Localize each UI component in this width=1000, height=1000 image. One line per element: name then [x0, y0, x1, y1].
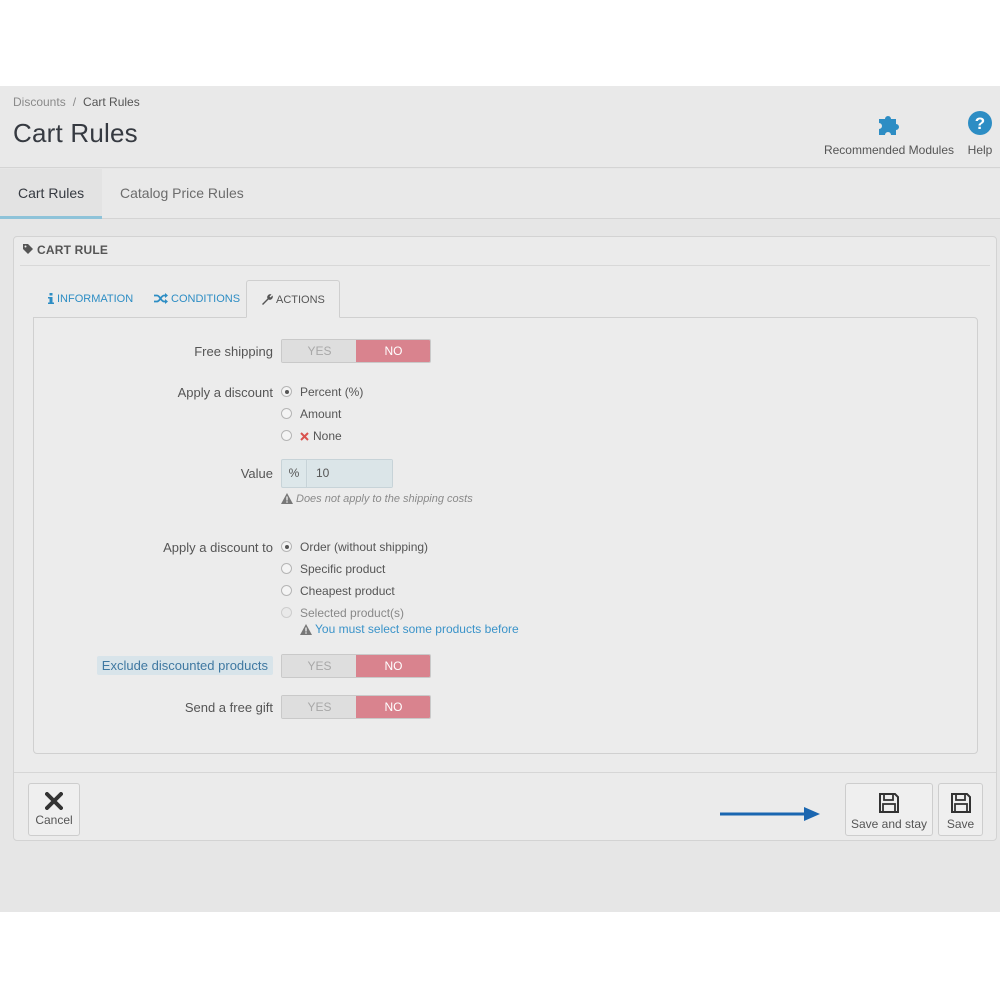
recommended-modules-label: Recommended Modules	[823, 143, 955, 157]
radio-order-label: Order (without shipping)	[300, 540, 429, 554]
radio-selected-products[interactable]: Selected product(s)	[281, 606, 404, 620]
shuffle-icon	[154, 293, 168, 304]
radio-dot[interactable]	[281, 541, 292, 552]
wrench-icon	[262, 294, 273, 305]
select-products-help: You must select some products before	[300, 622, 519, 636]
value-input-group: % 10	[281, 459, 393, 488]
help-label: Help	[967, 143, 993, 157]
exclude-discounted-no[interactable]: NO	[356, 655, 430, 677]
free-shipping-no[interactable]: NO	[356, 340, 430, 362]
panel-heading: CART RULE	[22, 243, 108, 257]
radio-specific-product[interactable]: Specific product	[281, 562, 385, 576]
cancel-label: Cancel	[35, 813, 73, 827]
value-label: Value	[240, 466, 273, 481]
cart-rule-panel: CART RULE INFORMATION CONDITIONS ACTIONS…	[13, 236, 997, 841]
free-gift-switch[interactable]: YES NO	[281, 695, 431, 719]
breadcrumb-separator: /	[72, 95, 77, 109]
tab-information[interactable]: INFORMATION	[34, 280, 147, 318]
radio-dot[interactable]	[281, 408, 292, 419]
recommended-modules-button[interactable]: Recommended Modules	[822, 110, 956, 157]
tab-information-label: INFORMATION	[57, 293, 134, 305]
info-icon	[48, 293, 54, 304]
close-icon	[45, 792, 63, 810]
radio-specific-product-label: Specific product	[300, 562, 386, 576]
tab-conditions-label: CONDITIONS	[171, 293, 241, 305]
actions-tab-content: Free shipping YES NO Apply a discount Pe…	[33, 317, 978, 754]
top-tabs: Cart Rules Catalog Price Rules	[0, 169, 1000, 219]
free-gift-yes[interactable]: YES	[282, 696, 357, 718]
tab-actions-label: ACTIONS	[276, 294, 325, 306]
puzzle-icon	[822, 110, 956, 138]
save-and-stay-button[interactable]: Save and stay	[845, 783, 933, 836]
radio-selected-products-label: Selected product(s)	[300, 606, 405, 620]
radio-percent[interactable]: Percent (%)	[281, 385, 363, 399]
exclude-discounted-row-label: Exclude discounted products	[34, 656, 273, 675]
breadcrumb: Discounts / Cart Rules	[13, 95, 140, 109]
value-help: Does not apply to the shipping costs	[281, 493, 473, 505]
radio-dot[interactable]	[281, 430, 292, 441]
select-products-help-text: You must select some products before	[315, 622, 519, 636]
breadcrumb-current: Cart Rules	[83, 95, 140, 109]
apply-discount-to-label: Apply a discount to	[163, 540, 273, 555]
close-icon	[300, 432, 309, 441]
screenshot-frame: Discounts / Cart Rules Cart Rules Recommen…	[0, 86, 1000, 912]
help-button[interactable]: ? Help	[963, 110, 997, 157]
apply-discount-label: Apply a discount	[177, 385, 273, 400]
panel-heading-label: CART RULE	[37, 243, 109, 257]
value-input[interactable]: 10	[308, 460, 392, 487]
radio-cheapest-product[interactable]: Cheapest product	[281, 584, 395, 598]
radio-dot[interactable]	[281, 563, 292, 574]
tab-cart-rules[interactable]: Cart Rules	[0, 169, 103, 219]
save-icon	[950, 793, 971, 813]
tab-conditions[interactable]: CONDITIONS	[140, 280, 254, 318]
warning-icon	[281, 493, 293, 504]
tab-actions[interactable]: ACTIONS	[246, 280, 340, 318]
radio-dot[interactable]	[281, 585, 292, 596]
radio-percent-label: Percent (%)	[300, 385, 364, 399]
radio-dot[interactable]	[281, 386, 292, 397]
panel-divider	[20, 265, 990, 266]
save-icon	[879, 793, 899, 813]
svg-text:?: ?	[975, 114, 985, 133]
radio-none[interactable]: None	[281, 429, 342, 443]
panel-footer: Cancel Save and stay Save	[14, 772, 996, 840]
free-gift-no[interactable]: NO	[356, 696, 430, 718]
save-label: Save	[946, 817, 975, 831]
arrow-icon	[720, 807, 820, 821]
percent-addon: %	[282, 460, 307, 487]
radio-cheapest-product-label: Cheapest product	[300, 584, 395, 598]
free-gift-label: Send a free gift	[184, 700, 273, 715]
radio-amount[interactable]: Amount	[281, 407, 341, 421]
save-and-stay-label: Save and stay	[850, 817, 928, 831]
value-help-text: Does not apply to the shipping costs	[296, 493, 473, 505]
save-button[interactable]: Save	[938, 783, 983, 836]
page-title: Cart Rules	[13, 118, 138, 148]
tab-catalog-price-rules[interactable]: Catalog Price Rules	[102, 169, 262, 219]
warning-icon	[300, 624, 312, 635]
free-shipping-switch[interactable]: YES NO	[281, 339, 431, 363]
radio-none-label: None	[313, 429, 342, 443]
radio-dot[interactable]	[281, 607, 292, 618]
free-shipping-yes[interactable]: YES	[282, 340, 357, 362]
radio-amount-label: Amount	[300, 407, 342, 421]
help-icon: ?	[963, 110, 997, 138]
breadcrumb-discounts[interactable]: Discounts	[13, 95, 66, 109]
exclude-discounted-label: Exclude discounted products	[96, 656, 273, 675]
exclude-discounted-yes[interactable]: YES	[282, 655, 357, 677]
exclude-discounted-switch[interactable]: YES NO	[281, 654, 431, 678]
free-shipping-label: Free shipping	[194, 344, 273, 359]
radio-order[interactable]: Order (without shipping)	[281, 540, 428, 554]
page-header: Discounts / Cart Rules Cart Rules Recommen…	[0, 86, 1000, 168]
tag-icon	[23, 244, 33, 254]
cancel-button[interactable]: Cancel	[28, 783, 80, 836]
